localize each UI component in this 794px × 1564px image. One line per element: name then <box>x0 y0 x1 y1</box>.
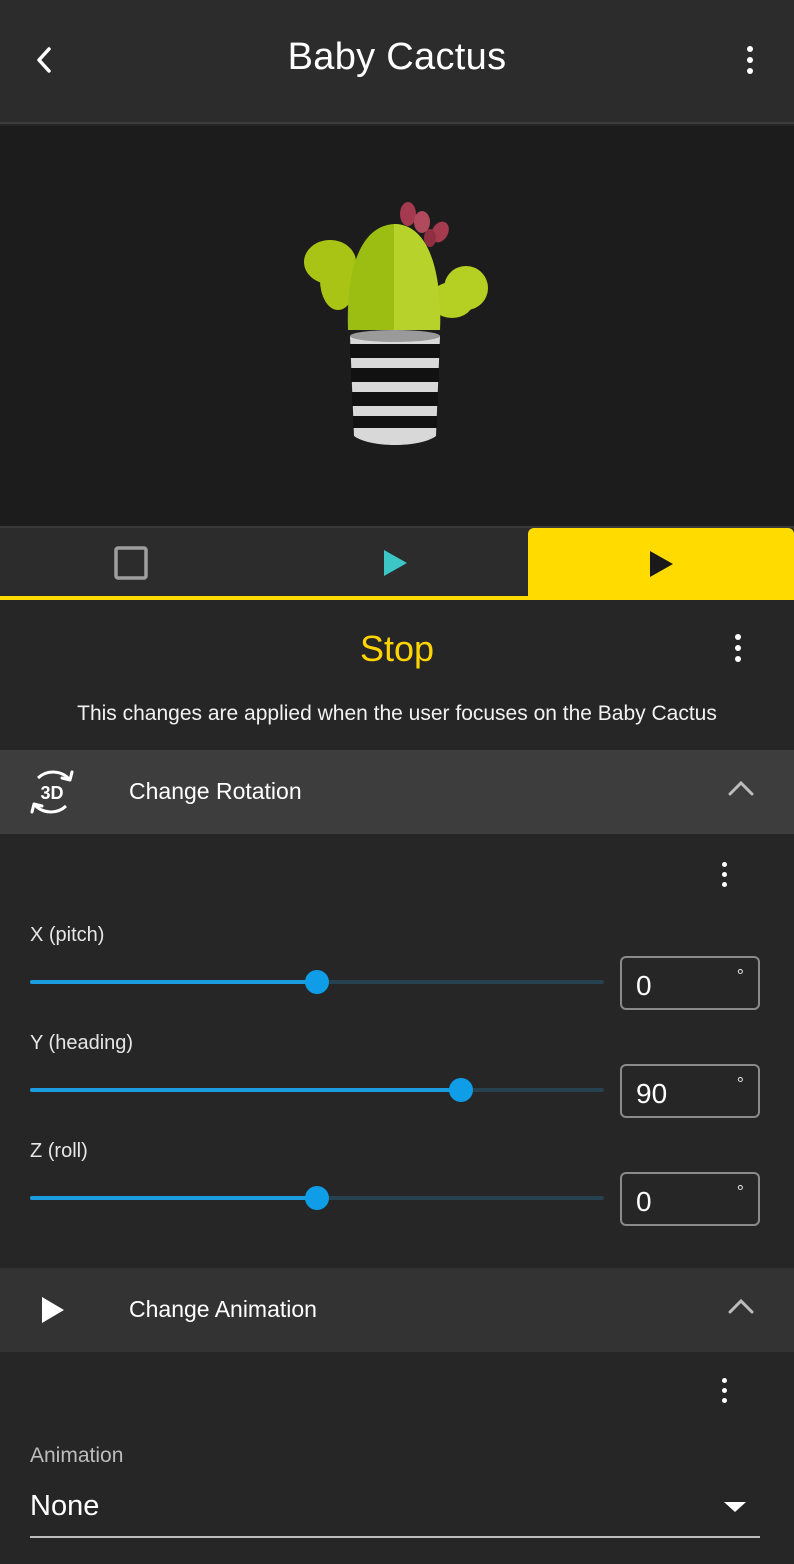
play-triangle-icon <box>384 550 407 576</box>
change-rotation-header[interactable]: 3D Change Rotation <box>0 750 794 834</box>
degree-unit: ° <box>736 1074 744 1094</box>
rotation-more-button[interactable] <box>704 854 744 894</box>
change-animation-label: Change Animation <box>129 1296 317 1322</box>
change-animation-header[interactable]: Change Animation <box>0 1268 794 1352</box>
animation-selected-value: None <box>30 1490 100 1522</box>
animation-more-button[interactable] <box>704 1370 744 1410</box>
heading-input[interactable]: 90 ° <box>620 1064 760 1118</box>
slider-fill <box>30 980 317 984</box>
cactus-model-image <box>304 202 488 445</box>
roll-input[interactable]: 0 ° <box>620 1172 760 1226</box>
slider-label-y: Y (heading) <box>30 1032 134 1054</box>
app-bar: Baby Cactus <box>0 0 794 124</box>
pitch-value: 0 <box>636 970 652 1001</box>
roll-value: 0 <box>636 1186 652 1217</box>
page-title: Baby Cactus <box>287 36 507 78</box>
slider-thumb[interactable] <box>305 970 329 994</box>
trigger-tabs <box>0 526 794 600</box>
slider-x[interactable] <box>30 970 604 994</box>
slider-y[interactable] <box>30 1078 604 1102</box>
dropdown-caret-icon <box>724 1502 746 1512</box>
tab-stop[interactable] <box>0 528 262 598</box>
square-outline-icon <box>114 546 148 580</box>
tab-active[interactable] <box>528 528 794 600</box>
degree-unit: ° <box>736 966 744 986</box>
model-viewer[interactable] <box>0 126 794 526</box>
pitch-input[interactable]: 0 ° <box>620 956 760 1010</box>
more-options-button[interactable] <box>730 40 770 80</box>
slider-fill <box>30 1196 317 1200</box>
tab-indicator <box>0 596 794 600</box>
degree-unit: ° <box>736 1182 744 1202</box>
svg-text:3D: 3D <box>40 783 63 803</box>
rotate-3d-icon: 3D <box>24 766 80 818</box>
slider-label-z: Z (roll) <box>30 1140 88 1162</box>
section-more-button[interactable] <box>718 628 758 668</box>
slider-z[interactable] <box>30 1186 604 1210</box>
change-rotation-label: Change Rotation <box>129 778 302 804</box>
play-triangle-icon <box>650 551 673 577</box>
section-title: Stop <box>359 628 435 669</box>
animation-field-label: Animation <box>30 1444 124 1467</box>
slider-label-x: X (pitch) <box>30 924 105 946</box>
slider-thumb[interactable] <box>305 1186 329 1210</box>
play-icon <box>24 1284 80 1336</box>
chevron-up-icon[interactable] <box>728 780 754 796</box>
section-description: This changes are applied when the user f… <box>77 702 717 725</box>
heading-value: 90 <box>636 1078 668 1109</box>
animation-select[interactable]: None <box>30 1484 760 1538</box>
slider-thumb[interactable] <box>448 1078 473 1102</box>
tab-play[interactable] <box>262 528 528 598</box>
chevron-up-icon[interactable] <box>728 1298 754 1314</box>
slider-fill <box>30 1088 461 1092</box>
